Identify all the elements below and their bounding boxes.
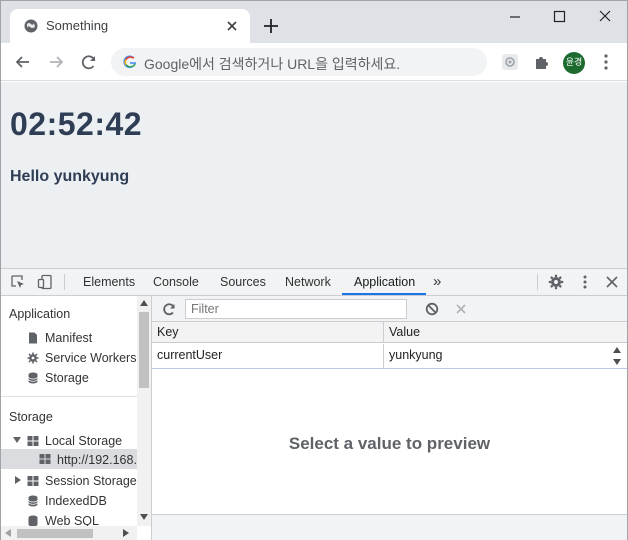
tab-strip: Something (1, 1, 627, 43)
google-logo-icon (123, 55, 136, 69)
settings-gear-icon[interactable] (548, 274, 564, 290)
window-close-icon[interactable] (592, 7, 618, 27)
storage-view: Key Value currentUser yunkyung Select a … (152, 296, 627, 540)
sidebar-item-local-origin[interactable]: http://192.168. (57, 453, 137, 467)
new-tab-icon[interactable] (261, 16, 281, 36)
maximize-icon[interactable] (546, 7, 572, 27)
vertical-scroll-thumb[interactable] (139, 312, 149, 388)
tab-application[interactable]: Application (354, 275, 415, 289)
clear-all-icon[interactable] (425, 302, 439, 316)
browser-menu-icon[interactable] (599, 53, 613, 71)
device-toolbar-icon[interactable] (37, 274, 53, 290)
sidebar-item-session-storage[interactable]: Session Storage (45, 474, 137, 488)
sidebar-horizontal-scrollbar[interactable] (1, 526, 137, 540)
delete-selected-icon[interactable] (454, 302, 468, 316)
browser-toolbar: Google에서 검색하거나 URL을 입력하세요. 윤경 (1, 43, 627, 81)
forward-arrow-icon[interactable] (46, 52, 66, 72)
sidebar-vertical-scrollbar[interactable] (137, 296, 151, 526)
grid-scroll-up-icon[interactable] (613, 347, 621, 353)
greeting-text: Hello yunkyung (10, 168, 130, 185)
active-tab-indicator (342, 293, 426, 295)
grid-scroll-down-icon[interactable] (613, 359, 621, 365)
more-tabs-icon[interactable]: » (433, 273, 441, 290)
sidebar-header-storage: Storage (9, 410, 53, 424)
browser-tab[interactable]: Something (10, 9, 250, 43)
sidebar-item-storage[interactable]: Storage (45, 371, 89, 385)
tab-console[interactable]: Console (153, 275, 199, 289)
sidebar-item-local-storage[interactable]: Local Storage (45, 434, 122, 448)
scroll-up-icon[interactable] (140, 300, 148, 306)
omnibox-placeholder: Google에서 검색하거나 URL을 입력하세요. (144, 56, 401, 72)
sidebar-item-manifest[interactable]: Manifest (45, 331, 92, 345)
reload-icon[interactable] (79, 52, 99, 72)
sidebar-divider (1, 396, 137, 397)
storage-toolbar (152, 296, 627, 322)
browser-window: Something Google에서 검색하거나 URL을 입력하세요. 윤경 … (0, 0, 628, 540)
column-header-value[interactable]: Value (384, 322, 627, 343)
devtools-menu-icon[interactable] (577, 274, 593, 290)
close-devtools-icon[interactable] (604, 274, 620, 290)
tab-sources[interactable]: Sources (220, 275, 266, 289)
minimize-icon[interactable] (502, 7, 528, 27)
toolbar-divider (537, 274, 538, 290)
scroll-left-icon[interactable] (5, 529, 11, 537)
devtools-tab-bar: Elements Console Sources Network Applica… (1, 269, 627, 296)
application-sidebar: Application Manifest Service Workers Sto… (1, 296, 152, 540)
storage-table: Key Value currentUser yunkyung (152, 322, 627, 370)
table-row-separator (152, 368, 627, 369)
globe-icon (24, 19, 38, 33)
grid-table-icon (39, 454, 51, 464)
tab-elements[interactable]: Elements (83, 275, 135, 289)
triangle-down-icon[interactable] (13, 436, 21, 444)
sidebar-item-service-workers[interactable]: Service Workers (45, 351, 136, 365)
omnibox[interactable]: Google에서 검색하거나 URL을 입력하세요. (111, 48, 487, 76)
scroll-right-icon[interactable] (123, 529, 129, 537)
page-content: 02:52:42 Hello yunkyung (1, 82, 627, 268)
profile-avatar[interactable]: 윤경 (563, 52, 585, 74)
sidebar-item-indexeddb[interactable]: IndexedDB (45, 494, 107, 508)
toolbar-divider (64, 274, 65, 290)
scroll-down-icon[interactable] (140, 514, 148, 520)
database-icon (28, 495, 38, 507)
refresh-icon[interactable] (161, 301, 177, 317)
extension-gear-icon[interactable] (501, 53, 519, 71)
close-icon[interactable] (224, 18, 240, 34)
table-cell-value[interactable]: yunkyung (384, 344, 610, 368)
document-icon (29, 332, 37, 344)
grid-table-icon (27, 476, 39, 486)
gear-icon (27, 352, 39, 364)
horizontal-scroll-thumb[interactable] (17, 529, 93, 538)
devtools-panel: Elements Console Sources Network Applica… (1, 268, 627, 540)
filter-input[interactable] (185, 299, 407, 319)
back-arrow-icon[interactable] (13, 52, 33, 72)
preview-footer (152, 515, 627, 540)
tab-title: Something (46, 18, 109, 33)
column-header-key[interactable]: Key (152, 322, 384, 343)
database-icon (28, 372, 38, 384)
triangle-right-icon[interactable] (14, 476, 22, 484)
table-cell-key[interactable]: currentUser (152, 344, 384, 368)
sidebar-header-application: Application (9, 307, 71, 321)
clock-display: 02:52:42 (10, 106, 143, 142)
puzzle-extensions-icon[interactable] (533, 53, 551, 71)
grid-table-icon (27, 436, 39, 446)
value-preview-placeholder: Select a value to preview (288, 434, 491, 453)
inspect-element-icon[interactable] (10, 274, 26, 290)
tab-network[interactable]: Network (285, 275, 331, 289)
